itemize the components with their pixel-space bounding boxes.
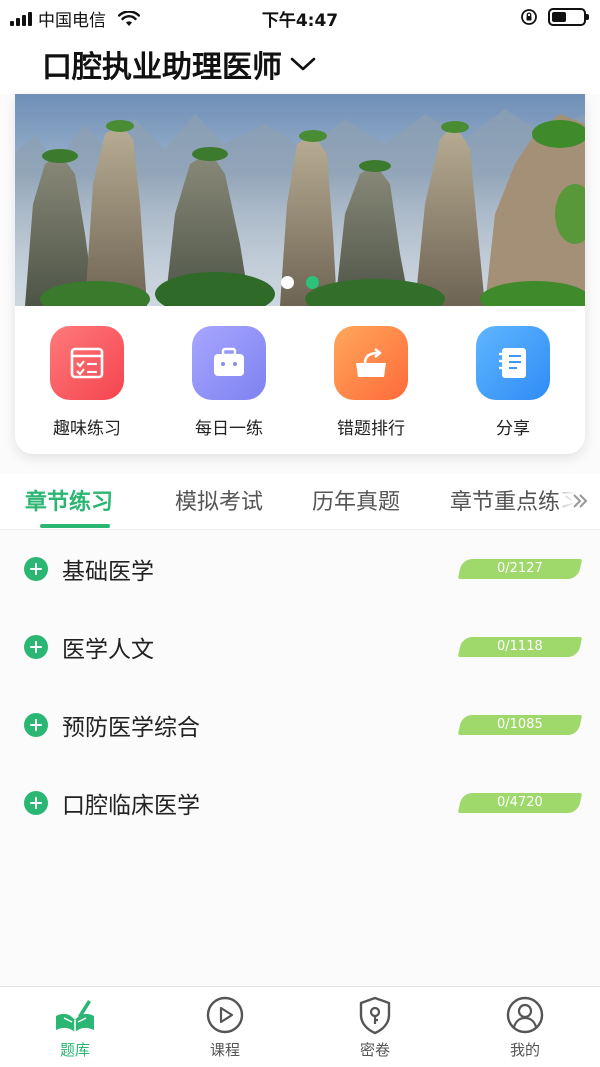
progress-badge: 0/2127: [457, 559, 583, 579]
chevron-down-icon: [290, 57, 316, 71]
header: 口腔执业助理医师: [0, 34, 600, 94]
tab-past-exams[interactable]: 历年真题: [312, 484, 400, 516]
banner-image[interactable]: [15, 94, 585, 306]
play-circle-icon: [203, 995, 247, 1035]
status-time: 下午4:47: [261, 11, 339, 31]
progress-badge: 0/4720: [457, 793, 583, 813]
orientation-lock-icon: [521, 9, 537, 25]
expand-plus-icon[interactable]: [24, 557, 48, 581]
chapter-title: 预防医学综合: [62, 715, 200, 741]
notebook-icon: [476, 326, 550, 400]
carousel-dot[interactable]: [281, 276, 294, 289]
expand-plus-icon[interactable]: [24, 635, 48, 659]
shortcut-label: 每日一练: [195, 419, 263, 439]
book-pen-icon: [53, 995, 97, 1035]
checklist-icon: [50, 326, 124, 400]
expand-plus-icon[interactable]: [24, 713, 48, 737]
nav-profile[interactable]: 我的: [475, 995, 575, 1060]
nav-label: 我的: [509, 1041, 540, 1059]
nav-secret-papers[interactable]: 密卷: [325, 995, 425, 1060]
progress-badge: 0/1118: [457, 637, 583, 657]
chapter-title: 口腔临床医学: [62, 793, 200, 819]
shortcut-label: 错题排行: [337, 419, 405, 439]
shortcut-share[interactable]: 分享: [458, 326, 568, 446]
feature-card: 趣味练习 每日一练 错题排行 分享: [15, 94, 585, 454]
nav-label: 题库: [59, 1041, 90, 1059]
shortcut-label: 分享: [496, 419, 530, 439]
tab-bar: 章节练习 模拟考试 历年真题 章节重点练习: [0, 474, 600, 530]
list-item[interactable]: 基础医学 0/2127: [0, 530, 600, 608]
shortcut-error-ranking[interactable]: 错题排行: [316, 326, 426, 446]
briefcase-icon: [192, 326, 266, 400]
nav-question-bank[interactable]: 题库: [25, 995, 125, 1060]
tab-mock-exam[interactable]: 模拟考试: [175, 484, 263, 516]
battery-icon: [548, 8, 589, 26]
tab-active-indicator: [40, 524, 110, 528]
carousel-dots: [15, 276, 585, 289]
shortcut-grid: 趣味练习 每日一练 错题排行 分享: [15, 306, 585, 454]
expand-plus-icon[interactable]: [24, 791, 48, 815]
status-right: [520, 8, 589, 26]
page-title: 口腔执业助理医师: [42, 50, 282, 85]
list-item[interactable]: 医学人文 0/1118: [0, 608, 600, 686]
list-item[interactable]: 预防医学综合 0/1085: [0, 686, 600, 764]
exam-selector[interactable]: 口腔执业助理医师: [42, 42, 316, 86]
carousel-dot-active[interactable]: [306, 276, 319, 289]
nav-courses[interactable]: 课程: [175, 995, 275, 1060]
tab-scroll-more[interactable]: [560, 474, 600, 528]
progress-badge: 0/1085: [457, 715, 583, 735]
bottom-nav: 题库 课程 密卷 我的: [0, 986, 600, 1067]
shortcut-label: 趣味练习: [53, 419, 121, 439]
nav-label: 密卷: [359, 1041, 390, 1059]
tab-chapter-practice[interactable]: 章节练习: [25, 484, 113, 516]
shortcut-daily-practice[interactable]: 每日一练: [174, 326, 284, 446]
chapter-title: 基础医学: [62, 559, 154, 585]
shortcut-fun-practice[interactable]: 趣味练习: [32, 326, 142, 446]
shield-key-icon: [353, 995, 397, 1035]
list-item[interactable]: 口腔临床医学 0/4720: [0, 764, 600, 842]
user-circle-icon: [503, 995, 547, 1035]
chapter-title: 医学人文: [62, 637, 154, 663]
nav-label: 课程: [209, 1041, 240, 1059]
double-chevron-right-icon: [573, 494, 588, 508]
export-box-icon: [334, 326, 408, 400]
status-bar: 中国电信 下午4:47: [0, 0, 600, 34]
